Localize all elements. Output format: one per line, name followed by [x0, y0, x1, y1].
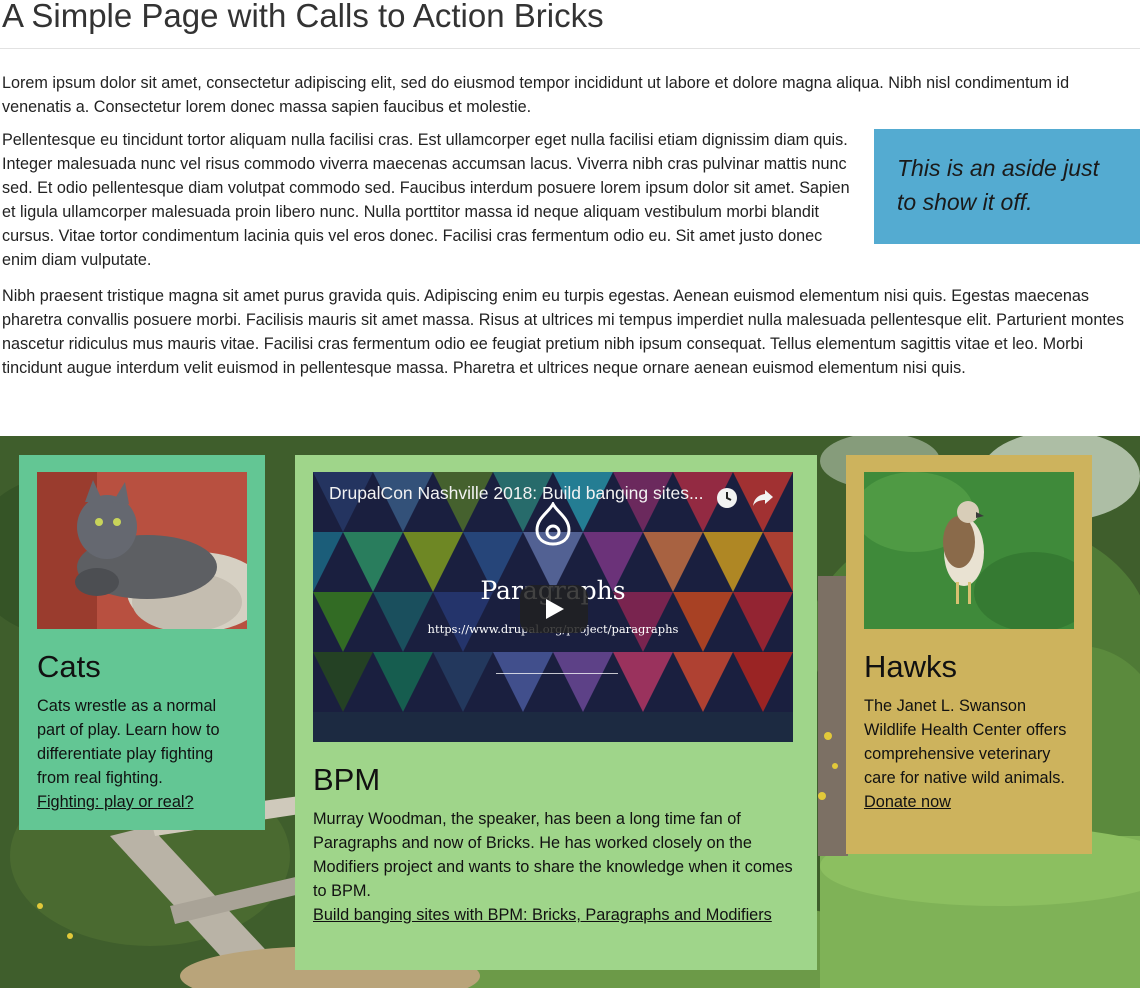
bpm-card: DrupalCon Nashville 2018: Build banging …: [295, 455, 817, 970]
hawks-card-link[interactable]: Donate now: [864, 793, 951, 811]
cats-card-body: Cats wrestle as a normal part of play. L…: [37, 697, 220, 787]
bpm-card-title: BPM: [313, 762, 381, 797]
play-icon[interactable]: [520, 585, 588, 633]
cats-card-title: Cats: [37, 649, 101, 684]
hawks-card-title: Hawks: [864, 649, 958, 684]
hawks-card: Hawks The Janet L. Swanson Wildlife Heal…: [846, 455, 1092, 854]
cats-card-link[interactable]: Fighting: play or real?: [37, 793, 194, 811]
clock-icon[interactable]: [716, 487, 738, 509]
video-divider: [496, 673, 618, 674]
aside-text: This is an aside just to show it off.: [897, 155, 1099, 215]
intro-paragraph-3: Nibh praesent tristique magna sit amet p…: [2, 287, 1124, 377]
cat-image: [37, 472, 247, 629]
hawks-card-body: The Janet L. Swanson Wildlife Health Cen…: [864, 697, 1067, 787]
bpm-card-link[interactable]: Build banging sites with BPM: Bricks, Pa…: [313, 906, 772, 924]
title-divider: [0, 48, 1140, 49]
share-icon[interactable]: [751, 487, 775, 509]
intro-paragraph-2: Pellentesque eu tincidunt tortor aliquam…: [2, 131, 850, 269]
hawk-image: [864, 472, 1074, 629]
hawk-photo: [864, 472, 1074, 629]
page-title: A Simple Page with Calls to Action Brick…: [2, 0, 604, 34]
cats-card: Cats Cats wrestle as a normal part of pl…: [19, 455, 265, 830]
video-embed[interactable]: DrupalCon Nashville 2018: Build banging …: [313, 472, 793, 742]
bpm-card-body: Murray Woodman, the speaker, has been a …: [313, 810, 793, 900]
video-title[interactable]: DrupalCon Nashville 2018: Build banging …: [329, 483, 704, 504]
cat-photo: [37, 472, 247, 629]
drupal-logo-icon: [535, 502, 571, 546]
aside-box: This is an aside just to show it off.: [874, 129, 1140, 244]
intro-paragraph-1: Lorem ipsum dolor sit amet, consectetur …: [2, 74, 1070, 116]
